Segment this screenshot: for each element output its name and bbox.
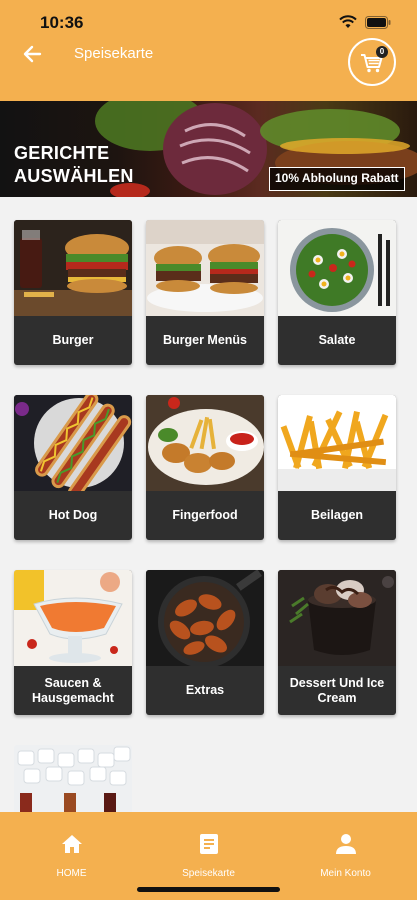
category-card-fingerfood[interactable]: Fingerfood (146, 395, 264, 540)
cart-count-badge: 0 (376, 46, 388, 58)
fries-image (278, 395, 396, 491)
nav-label: HOME (56, 868, 87, 879)
wifi-icon (339, 15, 357, 28)
cart-icon (361, 54, 383, 73)
banner-title-text: GERICHTE AUSWÄHLEN (14, 143, 134, 186)
status-time: 10:36 (40, 13, 84, 32)
category-label: Burger Menüs (162, 333, 248, 347)
home-indicator (137, 887, 280, 892)
page-title: Speisekarte (74, 45, 154, 62)
category-card-burger[interactable]: Burger (14, 220, 132, 365)
category-card-extras[interactable]: Extras (146, 570, 264, 715)
sauce-image (14, 570, 132, 666)
category-card-salate[interactable]: Salate (278, 220, 396, 365)
nav-home[interactable]: HOME (2, 812, 141, 900)
category-card-beilagen[interactable]: Beilagen (278, 395, 396, 540)
back-button[interactable] (18, 40, 48, 68)
category-card-burger-menus[interactable]: Burger Menüs (146, 220, 264, 365)
category-label: Saucen & Hausgemacht (32, 675, 114, 705)
status-icons (339, 15, 391, 29)
category-grid: Burger Burger Menüs Salate Hot Dog Finge… (0, 197, 417, 815)
burger-menu-image (146, 220, 264, 316)
category-label: Salate (318, 333, 356, 347)
category-label: Burger (52, 333, 94, 347)
category-label: Dessert Und Ice Cream (289, 675, 385, 705)
category-label: Hot Dog (48, 508, 98, 522)
nav-label: Speisekarte (182, 868, 235, 879)
category-card-hot-dog[interactable]: Hot Dog (14, 395, 132, 540)
home-icon (62, 835, 82, 853)
drinks-image (14, 745, 132, 815)
wings-image (146, 570, 264, 666)
burger-image (14, 220, 132, 316)
fingerfood-image (146, 395, 264, 491)
hero-banner: GERICHTE AUSWÄHLEN 10% Abholung Rabatt (0, 101, 417, 197)
category-card-drinks[interactable] (14, 745, 132, 815)
category-card-saucen[interactable]: Saucen & Hausgemacht (14, 570, 132, 715)
account-icon (336, 834, 356, 854)
banner-title: GERICHTE AUSWÄHLEN (14, 142, 144, 188)
category-label: Fingerfood (172, 508, 238, 522)
dessert-image (278, 570, 396, 666)
nav-label: Mein Konto (320, 868, 371, 879)
menu-icon (200, 834, 218, 854)
category-card-dessert[interactable]: Dessert Und Ice Cream (278, 570, 396, 715)
category-label: Beilagen (310, 508, 364, 522)
app-header: 10:36 Speisekarte 0 (0, 0, 417, 101)
salad-image (278, 220, 396, 316)
promo-badge: 10% Abholung Rabatt (269, 167, 405, 191)
hot-dog-image (14, 395, 132, 491)
category-label: Extras (185, 683, 225, 697)
battery-icon (365, 15, 391, 29)
cart-button[interactable]: 0 (348, 38, 396, 86)
arrow-left-icon (23, 45, 42, 63)
nav-mein-konto[interactable]: Mein Konto (276, 812, 415, 900)
